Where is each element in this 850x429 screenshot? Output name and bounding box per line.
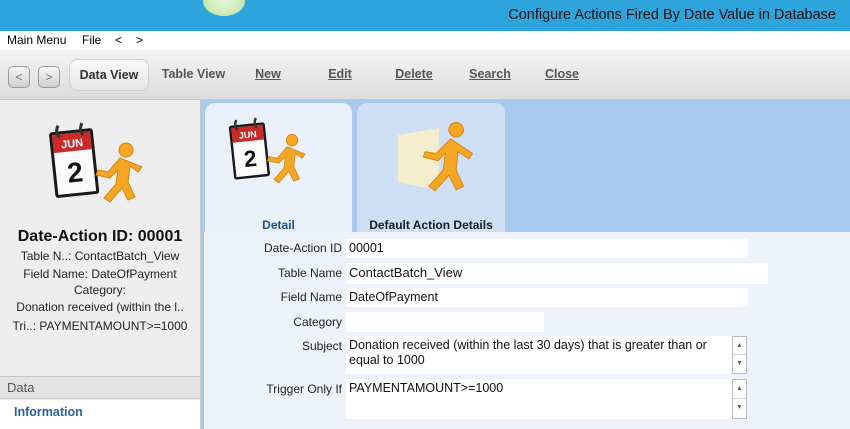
- trigger-only-if-label: Trigger Only If: [266, 382, 342, 396]
- table-name-field[interactable]: ContactBatch_View: [346, 263, 768, 284]
- date-action-id-title: Date-Action ID: 00001: [17, 228, 183, 245]
- summary-panel: JUN 2 Date-Action ID: 00001 Table N..: C…: [0, 100, 201, 429]
- category-label: Category: [293, 315, 342, 329]
- forward-button[interactable]: >: [38, 66, 60, 88]
- back-button[interactable]: <: [8, 66, 30, 88]
- tab-calendar-day: 2: [243, 145, 258, 172]
- menu-file[interactable]: File: [82, 33, 101, 47]
- tab-default-action-details-label: Default Action Details: [369, 218, 493, 232]
- data-view-button[interactable]: Data View: [69, 59, 149, 91]
- field-name-field[interactable]: DateOfPayment: [346, 288, 748, 307]
- scroll-up-icon[interactable]: ▲: [733, 380, 746, 399]
- tab-detail-label: Detail: [262, 218, 295, 232]
- subject-label: Subject: [301, 339, 342, 353]
- new-label: New: [255, 67, 281, 81]
- summary-trigger: Tri..: PAYMENTAMOUNT>=1000: [12, 319, 188, 333]
- search-button[interactable]: Search: [465, 59, 515, 91]
- tab-default-action-details[interactable]: Default Action Details: [357, 103, 505, 233]
- close-label: Close: [544, 67, 580, 81]
- tab-calendar-month: JUN: [238, 129, 257, 141]
- summary-subject: Donation received (within the l..: [16, 300, 184, 314]
- section-data-header[interactable]: Data: [0, 376, 200, 399]
- summary-field-name: Field Name: DateOfPayment: [23, 267, 177, 281]
- date-action-id-field[interactable]: 00001: [346, 239, 748, 258]
- subject-scrollbar[interactable]: ▲ ▼: [732, 336, 747, 374]
- window-title: Configure Actions Fired By Date Value in…: [508, 7, 836, 23]
- table-view-button[interactable]: Table View: [155, 59, 232, 91]
- trigger-only-if-field[interactable]: PAYMENTAMOUNT>=1000: [346, 379, 734, 419]
- summary-category: Category:: [73, 283, 127, 297]
- calendar-day: 2: [66, 156, 85, 188]
- calendar-runner-icon: JUN 2: [49, 122, 143, 203]
- trigger-scrollbar[interactable]: ▲ ▼: [732, 379, 747, 419]
- delete-button[interactable]: Delete: [389, 59, 439, 91]
- menu-bar: Main Menu File < >: [0, 31, 850, 50]
- menu-main-menu[interactable]: Main Menu: [7, 33, 66, 47]
- category-field[interactable]: [346, 312, 544, 332]
- title-bar: Configure Actions Fired By Date Value in…: [0, 0, 850, 31]
- new-button[interactable]: New: [245, 59, 291, 91]
- table-name-label: Table Name: [277, 266, 342, 280]
- calendar-runner-tab-icon: JUN 2: [228, 117, 306, 184]
- summary-table-name: Table N..: ContactBatch_View: [20, 249, 180, 263]
- calendar-month: JUN: [61, 137, 84, 151]
- search-label: Search: [469, 67, 511, 81]
- date-action-id-label: Date-Action ID: [263, 241, 342, 255]
- edit-button[interactable]: Edit: [318, 59, 362, 91]
- menu-forward[interactable]: >: [136, 33, 143, 47]
- toolbar: < > Data View Table View New Edit Delete…: [0, 50, 850, 100]
- close-button[interactable]: Close: [541, 59, 583, 91]
- app-orb-icon: [203, 0, 245, 16]
- menu-back[interactable]: <: [115, 33, 122, 47]
- subject-field[interactable]: Donation received (within the last 30 da…: [346, 336, 734, 374]
- detail-form: Date-Action ID 00001 Table Name ContactB…: [204, 232, 850, 429]
- scroll-up-icon[interactable]: ▲: [733, 337, 746, 355]
- scroll-down-icon[interactable]: ▼: [733, 355, 746, 373]
- field-name-label: Field Name: [280, 290, 342, 304]
- delete-label: Delete: [395, 67, 433, 81]
- section-information-link[interactable]: Information: [0, 400, 200, 429]
- runner-icon: [397, 122, 474, 192]
- scroll-down-icon[interactable]: ▼: [733, 399, 746, 418]
- edit-label: Edit: [328, 67, 352, 81]
- tab-detail[interactable]: JUN 2 Detail: [205, 103, 352, 233]
